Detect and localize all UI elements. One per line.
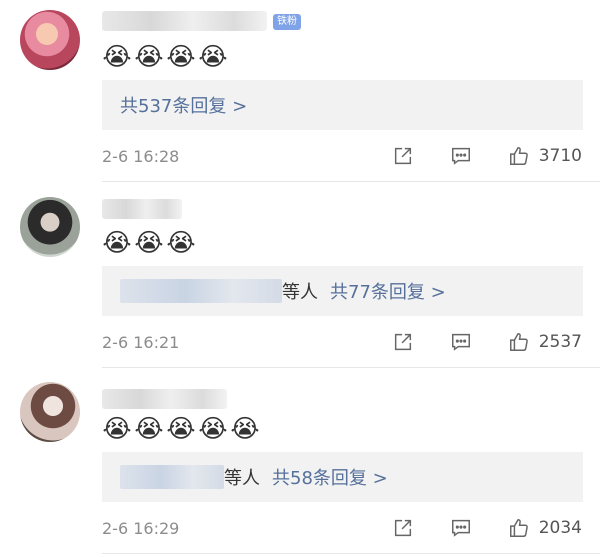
view-replies-link[interactable]: 共77条回复 > [330, 278, 446, 304]
avatar[interactable] [20, 197, 80, 257]
crying-emoji: 😭 [102, 228, 132, 257]
comment-emojis: 😭 😭 😭 [102, 228, 196, 258]
reply-by-label: 等人 [282, 282, 318, 303]
crying-emoji: 😭 [166, 228, 196, 257]
share-icon[interactable] [391, 516, 415, 540]
view-replies-link[interactable]: 共58条回复 > [272, 464, 388, 490]
share-icon[interactable] [391, 144, 415, 168]
like-count: 3710 [538, 146, 582, 166]
crying-emoji: 😭 [198, 42, 228, 71]
crying-emoji: 😭 [230, 414, 260, 443]
comment-emojis: 😭 😭 😭 😭 😭 [102, 414, 260, 444]
comment-time: 2-6 16:21 [102, 333, 180, 352]
divider [102, 553, 600, 554]
comment-time: 2-6 16:29 [102, 519, 180, 538]
username-blurred[interactable] [102, 11, 267, 31]
username-blurred[interactable] [102, 199, 182, 219]
reply-by-label: 等人 [224, 468, 260, 489]
share-icon[interactable] [391, 330, 415, 354]
like-count: 2537 [538, 332, 582, 352]
thumbs-up-icon[interactable] [507, 516, 531, 540]
comment-icon[interactable] [449, 516, 473, 540]
avatar[interactable] [20, 382, 80, 442]
replier-names-blurred [120, 465, 224, 489]
comment-actions: 2537 [357, 330, 582, 354]
divider [102, 367, 600, 368]
comment-emojis: 😭 😭 😭 😭 [102, 42, 228, 72]
divider [102, 181, 600, 182]
comment-icon[interactable] [449, 330, 473, 354]
username-blurred[interactable] [102, 389, 227, 409]
thumbs-up-icon[interactable] [507, 144, 531, 168]
crying-emoji: 😭 [134, 414, 164, 443]
replier-names-blurred [120, 279, 282, 303]
crying-emoji: 😭 [102, 414, 132, 443]
crying-emoji: 😭 [198, 414, 228, 443]
comment-actions: 3710 [357, 144, 582, 168]
crying-emoji: 😭 [166, 42, 196, 71]
reply-summary[interactable]: 等人 共77条回复 > [102, 266, 583, 316]
crying-emoji: 😭 [134, 228, 164, 257]
thumbs-up-icon[interactable] [507, 330, 531, 354]
comment-time: 2-6 16:28 [102, 147, 180, 166]
view-replies-link[interactable]: 共537条回复 > [120, 92, 247, 118]
crying-emoji: 😭 [134, 42, 164, 71]
reply-summary[interactable]: 共537条回复 > [102, 80, 583, 130]
crying-emoji: 😭 [102, 42, 132, 71]
fan-badge: 铁粉 [273, 14, 301, 30]
avatar[interactable] [20, 10, 80, 70]
crying-emoji: 😭 [166, 414, 196, 443]
like-count: 2034 [538, 518, 582, 538]
reply-summary[interactable]: 等人 共58条回复 > [102, 452, 583, 502]
comment-actions: 2034 [357, 516, 582, 540]
comment-icon[interactable] [449, 144, 473, 168]
